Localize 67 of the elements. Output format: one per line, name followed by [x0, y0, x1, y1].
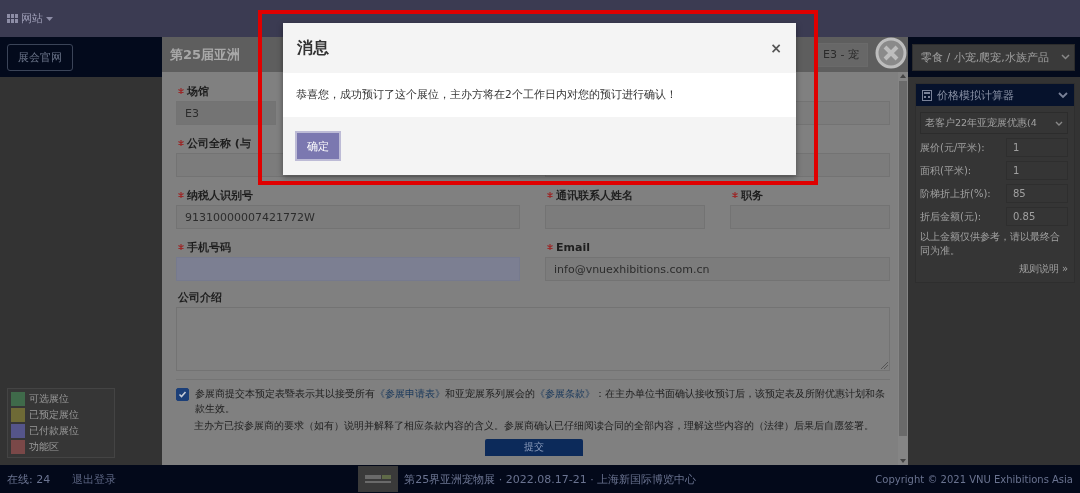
scroll-up-arrow-icon[interactable]: [900, 74, 906, 78]
calc-input[interactable]: 85: [1006, 184, 1068, 203]
grid-icon: [7, 14, 18, 23]
required-asterisk-icon: [732, 192, 738, 198]
copyright: Copyright © 2021 VNU Exhibitions Asia: [875, 473, 1073, 485]
chevron-icon: [1061, 54, 1070, 60]
checkmark-icon: [178, 390, 187, 399]
rules-link[interactable]: 规则说明 »: [1018, 262, 1068, 276]
calc-label: 展价(元/平米):: [920, 140, 985, 155]
text-area[interactable]: [176, 307, 890, 371]
field-label: 场馆: [187, 83, 209, 99]
close-button[interactable]: ×: [768, 40, 784, 56]
required-asterisk-icon: [178, 244, 184, 250]
legal-note: 主办方已按参展商的要求（如有）说明并解释了相应条款内容的含义。参展商确认已仔细阅读合同的全部内容，理解这些内容的（法律）后果后自愿签署。: [194, 419, 875, 433]
legend-label: 已付款展位: [29, 424, 79, 438]
dialog-message: 恭喜您，成功预订了这个展位，主办方将在2个工作日内对您的预订进行确认！: [296, 88, 677, 102]
input-field[interactable]: info@vnuexhibitions.com.cn: [545, 257, 890, 281]
calculator-icon: [922, 89, 932, 101]
field-label: 公司全称 (与: [187, 135, 251, 151]
legend-label: 已预定展位: [29, 408, 79, 422]
close-icon[interactable]: [875, 37, 907, 69]
calculator-title: 价格模拟计算器: [937, 87, 1015, 103]
scrollbar[interactable]: [898, 72, 908, 465]
resize-grip-icon: [881, 362, 888, 369]
calc-input[interactable]: 0.85: [1006, 207, 1068, 226]
legend-label: 功能区: [29, 440, 59, 454]
hall-select[interactable]: E3 - 宠: [816, 42, 868, 67]
home-button[interactable]: 展会官网: [7, 43, 73, 71]
confirm-button[interactable]: 确定: [295, 131, 341, 161]
terms-link[interactable]: 《参展申请表》: [375, 388, 445, 399]
calc-input[interactable]: 1: [1006, 138, 1068, 157]
legend-label: 可选展位: [29, 392, 69, 406]
plan-select[interactable]: 老客户22年亚宠展优惠(4: [920, 112, 1068, 134]
panel-title: 第25届亚洲: [170, 45, 241, 64]
input-field[interactable]: E3: [176, 101, 276, 125]
calc-label: 面积(平米):: [920, 163, 972, 178]
calculator-header[interactable]: 价格模拟计算器: [916, 84, 1074, 106]
calc-note: 以上金额仅供参考，请以最终合同为准。: [920, 230, 1061, 258]
agreement-text: 参展商提交本预定表暨表示其以接受所有《参展申请表》和亚宠展系列展会的《参展条款》：在主办单位书面确认接收预订后，该预定表及所附优惠计划和条款生效。: [195, 387, 885, 416]
calc-label: 阶梯折上折(%):: [920, 186, 991, 201]
required-asterisk-icon: [178, 88, 184, 94]
field-label: Email: [556, 240, 590, 254]
field-label: 职务: [741, 187, 763, 203]
calc-label: 折后金额(元):: [920, 209, 982, 224]
checkbox[interactable]: [176, 388, 189, 401]
required-asterisk-icon: [547, 244, 553, 250]
category-select[interactable]: 零食 / 小宠,爬宠,水族产品: [912, 43, 1075, 71]
caret-icon: [46, 16, 53, 21]
calc-input[interactable]: 1: [1006, 161, 1068, 180]
online-count: 在线: 24: [7, 471, 51, 487]
scroll-down-arrow-icon[interactable]: [900, 459, 906, 463]
field-label: 通讯联系人姓名: [556, 187, 633, 203]
field-label: 手机号码: [187, 239, 231, 255]
event-info: 第25界亚洲宠物展 · 2022.08.17-21 · 上海新国际博览中心: [404, 471, 697, 487]
website-menu[interactable]: 网站: [7, 11, 53, 26]
field-label: 纳税人识别号: [187, 187, 253, 203]
field-label: 公司介绍: [178, 289, 222, 305]
terms-link[interactable]: 《参展条款》: [535, 388, 595, 399]
event-logo: [358, 466, 399, 492]
required-asterisk-icon: [547, 192, 553, 198]
dialog-title: 消息: [297, 37, 329, 59]
logout-link[interactable]: 退出登录: [72, 471, 117, 487]
required-asterisk-icon: [178, 192, 184, 198]
input-field[interactable]: 91310000007421772W: [176, 205, 520, 229]
submit-button[interactable]: 提交: [485, 438, 583, 456]
chevron-icon: [1055, 120, 1063, 126]
required-asterisk-icon: [178, 140, 184, 146]
